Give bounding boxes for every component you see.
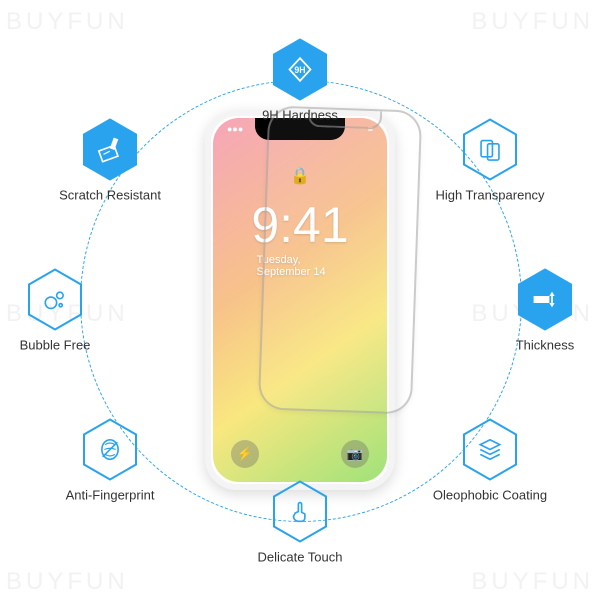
feature-label: Bubble Free (20, 338, 91, 353)
watermark: BUYFUN (6, 568, 129, 596)
feature-label: High Transparency (435, 188, 544, 203)
svg-text:9H: 9H (294, 65, 305, 75)
touch-icon (286, 498, 314, 526)
carrier-indicator: ●●● (227, 124, 243, 134)
feature-label: Delicate Touch (257, 550, 342, 565)
bubbles-icon (41, 286, 69, 314)
hex-badge (82, 118, 138, 182)
hex-badge (27, 268, 83, 332)
layers-icon (476, 436, 504, 464)
fingerprint-icon (96, 436, 124, 464)
thickness-icon (531, 286, 559, 314)
feature-label: 9H Hardness (262, 108, 338, 123)
product-infographic: BUYFUN BUYFUN BUYFUN BUYFUN BUYFUN BUYFU… (0, 0, 600, 600)
hex-badge (462, 118, 518, 182)
feature-transparency: High Transparency (420, 118, 560, 203)
hex-badge: 9H (272, 38, 328, 102)
hex-badge (462, 418, 518, 482)
feature-label: Anti-Fingerprint (66, 488, 155, 503)
watermark: BUYFUN (471, 8, 594, 36)
feature-hardness: 9H 9H Hardness (230, 38, 370, 123)
feature-bubble_free: Bubble Free (0, 268, 125, 353)
camera-icon: 📷 (341, 440, 369, 468)
feature-label: Scratch Resistant (59, 188, 161, 203)
hex-badge (272, 480, 328, 544)
flashlight-icon: ⚡ (231, 440, 259, 468)
feature-anti_fingerprint: Anti-Fingerprint (40, 418, 180, 503)
scratch-icon (96, 136, 124, 164)
screen-protector (258, 105, 423, 414)
feature-scratch: Scratch Resistant (40, 118, 180, 203)
watermark: BUYFUN (471, 568, 594, 596)
feature-thickness: Thickness (475, 268, 600, 353)
feature-oleophobic: Oleophobic Coating (420, 418, 560, 503)
feature-delicate: Delicate Touch (230, 480, 370, 565)
transparency-icon (476, 136, 504, 164)
hardness-9h-icon: 9H (286, 56, 314, 84)
watermark: BUYFUN (6, 8, 129, 36)
hex-badge (82, 418, 138, 482)
feature-label: Thickness (516, 338, 575, 353)
feature-label: Oleophobic Coating (433, 488, 547, 503)
hex-badge (517, 268, 573, 332)
